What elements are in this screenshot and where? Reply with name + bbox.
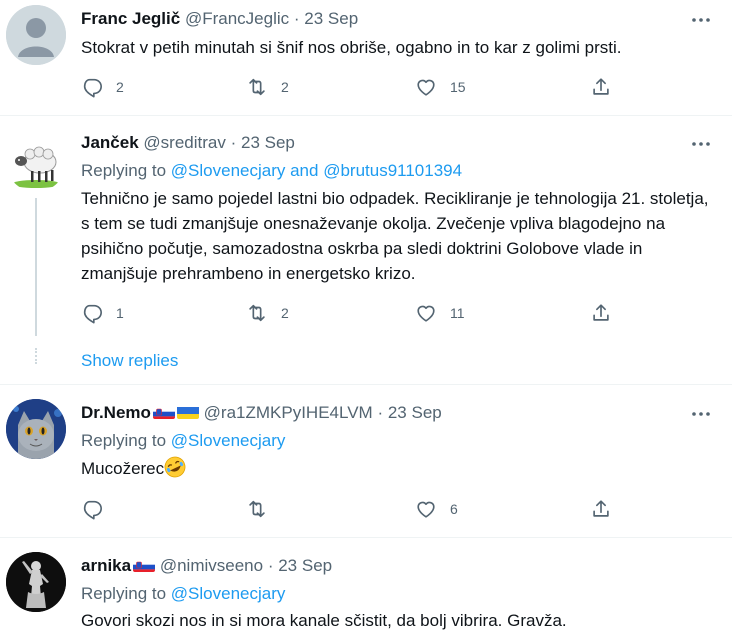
replying-to-link[interactable]: @Slovenecjary and @brutus91101394 <box>171 161 462 180</box>
retweet-icon <box>249 304 265 322</box>
avatar[interactable] <box>6 399 66 459</box>
retweet-icon <box>249 500 265 518</box>
share-button[interactable] <box>590 497 612 521</box>
reply-icon <box>83 500 102 520</box>
retweet-count: 2 <box>281 305 289 321</box>
default-avatar-icon <box>6 5 66 65</box>
handle[interactable]: @sreditrav <box>143 133 225 152</box>
more-icon <box>692 412 710 416</box>
tweet-drnemo[interactable]: Dr.Nemo @ra1ZMKPyIHE4LVM · 23 Sep Replyi… <box>0 385 732 537</box>
reply-button[interactable]: 2 <box>81 75 124 99</box>
tweet-date[interactable]: 23 Sep <box>278 556 332 575</box>
replying-to-label: Replying to <box>81 161 167 180</box>
reply-count: 1 <box>116 305 124 321</box>
share-icon <box>593 78 609 95</box>
retweet-button[interactable] <box>246 497 281 521</box>
tweet-header: arnika @nimivseeno · 23 Sep <box>81 555 332 577</box>
tweet-header: Dr.Nemo @ra1ZMKPyIHE4LVM · 23 Sep <box>81 402 442 424</box>
tweet-text: Tehnično je samo pojedel lastni bio odpa… <box>81 189 709 283</box>
separator-dot: · <box>377 403 384 422</box>
avatar[interactable] <box>6 5 66 65</box>
replying-to: Replying to @Slovenecjary and @brutus911… <box>81 160 462 182</box>
ukraine-flag-icon <box>176 405 199 419</box>
tweet-date[interactable]: 23 Sep <box>304 9 358 28</box>
reply-icon <box>83 78 102 98</box>
replying-to-label: Replying to <box>81 584 167 603</box>
tweet-header: Franc Jeglič @FrancJeglic · 23 Sep <box>81 8 358 30</box>
like-button[interactable]: 15 <box>415 75 466 99</box>
handle[interactable]: @ra1ZMKPyIHE4LVM <box>204 403 373 422</box>
separator-dot: · <box>230 133 237 152</box>
like-count: 15 <box>450 79 466 95</box>
like-button[interactable]: 6 <box>415 497 458 521</box>
handle[interactable]: @FrancJeglic <box>185 9 289 28</box>
retweet-button[interactable]: 2 <box>246 75 289 99</box>
display-name[interactable]: Janček <box>81 133 139 152</box>
separator-dot: · <box>267 556 274 575</box>
tweet-text: Mucožerec <box>81 456 711 481</box>
tweet-text-content: Mucožerec <box>81 459 165 478</box>
reply-icon <box>83 304 102 324</box>
tweet-actions: 2 2 15 <box>81 75 641 99</box>
like-count: 6 <box>450 501 458 517</box>
tweet-jancek[interactable]: Janček @sreditrav · 23 Sep Replying to @… <box>0 116 732 384</box>
retweet-button[interactable]: 2 <box>246 301 289 325</box>
replying-to: Replying to @Slovenecjary <box>81 430 285 452</box>
sheep-avatar-icon <box>6 132 66 192</box>
tweet-date[interactable]: 23 Sep <box>388 403 442 422</box>
share-button[interactable] <box>590 301 612 325</box>
avatar[interactable] <box>6 552 66 612</box>
reply-button[interactable]: 1 <box>81 301 124 325</box>
reply-button[interactable] <box>81 497 116 521</box>
more-button[interactable] <box>690 403 712 425</box>
tweet-text: Govori skozi nos in si mora kanale sčist… <box>81 611 567 630</box>
replying-to-label: Replying to <box>81 431 167 450</box>
share-button[interactable] <box>590 75 612 99</box>
reply-count: 2 <box>116 79 124 95</box>
like-icon <box>417 79 435 96</box>
replying-to-link[interactable]: @Slovenecjary <box>171 584 286 603</box>
avatar[interactable] <box>6 132 66 192</box>
thread-dots <box>35 348 37 364</box>
tweet-franc[interactable]: Franc Jeglič @FrancJeglic · 23 Sep Stokr… <box>0 0 732 115</box>
thread-line <box>35 198 37 336</box>
like-count: 11 <box>450 305 465 321</box>
tweet-actions: 6 <box>81 497 641 521</box>
share-icon <box>593 500 609 517</box>
like-icon <box>417 501 435 518</box>
rolling-laughing-emoji-icon <box>164 456 186 478</box>
statue-avatar-icon <box>6 552 66 612</box>
tweet-text: Stokrat v petih minutah si šnif nos obri… <box>81 38 622 57</box>
more-icon <box>692 18 710 22</box>
handle[interactable]: @nimivseeno <box>160 556 263 575</box>
show-replies-link[interactable]: Show replies <box>81 351 178 371</box>
retweet-count: 2 <box>281 79 289 95</box>
display-name[interactable]: Franc Jeglič <box>81 9 180 28</box>
replying-to: Replying to @Slovenecjary <box>81 583 285 605</box>
replying-to-link[interactable]: @Slovenecjary <box>171 431 286 450</box>
more-button[interactable] <box>690 133 712 155</box>
retweet-icon <box>249 78 265 96</box>
more-button[interactable] <box>690 9 712 31</box>
more-icon <box>692 142 710 146</box>
display-name[interactable]: Dr.Nemo <box>81 403 151 422</box>
slovenia-flag-icon <box>133 558 156 572</box>
tweet-arnika[interactable]: arnika @nimivseeno · 23 Sep Replying to … <box>0 538 732 644</box>
tweet-date[interactable]: 23 Sep <box>241 133 295 152</box>
like-button[interactable]: 11 <box>415 301 465 325</box>
tweet-header: Janček @sreditrav · 23 Sep <box>81 132 295 154</box>
separator-dot: · <box>293 9 300 28</box>
cat-avatar-icon <box>6 399 66 459</box>
display-name[interactable]: arnika <box>81 556 131 575</box>
slovenia-flag-icon <box>152 405 175 419</box>
share-icon <box>593 304 609 321</box>
tweet-actions: 1 2 11 <box>81 301 641 325</box>
like-icon <box>417 305 435 322</box>
